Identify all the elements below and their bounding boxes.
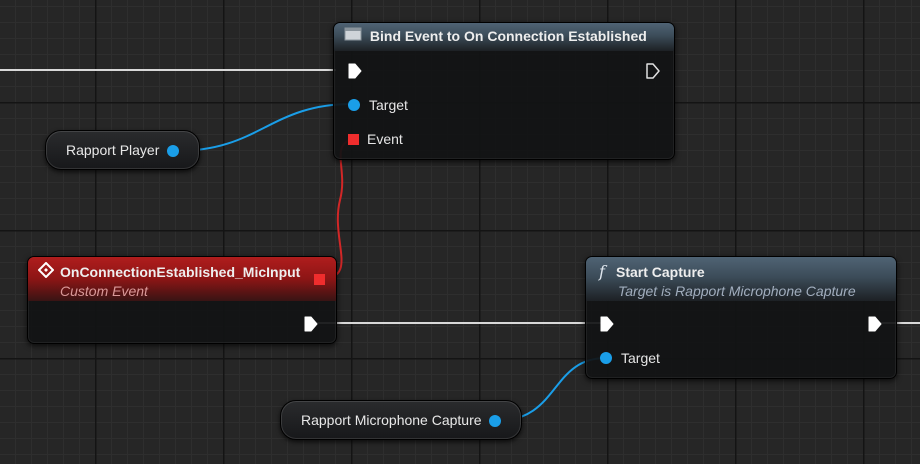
custom-event-title: OnConnectionEstablished_MicInput [60, 263, 301, 280]
rapport-player-node[interactable]: Rapport Player [45, 130, 200, 170]
target-pin[interactable] [348, 99, 360, 111]
start-capture-exec-in-pin[interactable] [600, 316, 614, 332]
object-wire-player-to-target[interactable] [175, 103, 353, 152]
rapport-mic-capture-label: Rapport Microphone Capture [301, 412, 482, 428]
bind-event-node[interactable]: Bind Event to On Connection Established … [333, 22, 675, 160]
start-capture-target-pin[interactable] [600, 352, 612, 364]
target-pin-row[interactable]: Target [348, 97, 408, 113]
rapport-mic-capture-node[interactable]: Rapport Microphone Capture [280, 400, 522, 440]
start-capture-title: Start Capture [616, 263, 705, 280]
event-pin-label: Event [367, 131, 403, 147]
custom-event-exec-out-pin[interactable] [304, 316, 318, 332]
target-pin-label: Target [369, 97, 408, 113]
start-capture-exec-out-pin[interactable] [868, 316, 882, 332]
bind-event-header[interactable]: Bind Event to On Connection Established [334, 23, 674, 51]
rapport-player-label: Rapport Player [66, 142, 160, 158]
start-capture-target-row[interactable]: Target [600, 350, 660, 366]
delegate-icon [344, 23, 362, 50]
function-icon: f [599, 262, 605, 281]
exec-in-pin[interactable] [348, 63, 362, 79]
start-capture-subtitle: Target is Rapport Microphone Capture [618, 283, 856, 299]
event-pin[interactable] [348, 133, 359, 145]
bind-event-title: Bind Event to On Connection Established [369, 28, 647, 44]
custom-event-subtitle: Custom Event [60, 283, 148, 299]
start-capture-header[interactable]: f Start Capture Target is Rapport Microp… [586, 257, 896, 301]
rapport-mic-capture-out-pin[interactable] [489, 415, 501, 427]
custom-event-header[interactable]: OnConnectionEstablished_MicInput Custom … [28, 257, 336, 301]
start-capture-node[interactable]: f Start Capture Target is Rapport Microp… [585, 256, 897, 379]
rapport-player-out-pin[interactable] [167, 145, 179, 157]
custom-event-delegate-pin[interactable] [314, 274, 325, 285]
start-capture-target-label: Target [621, 350, 660, 366]
exec-out-pin[interactable] [646, 63, 660, 79]
event-diamond-icon [37, 261, 55, 281]
event-pin-row[interactable]: Event [348, 131, 403, 147]
custom-event-node[interactable]: OnConnectionEstablished_MicInput Custom … [27, 256, 337, 344]
